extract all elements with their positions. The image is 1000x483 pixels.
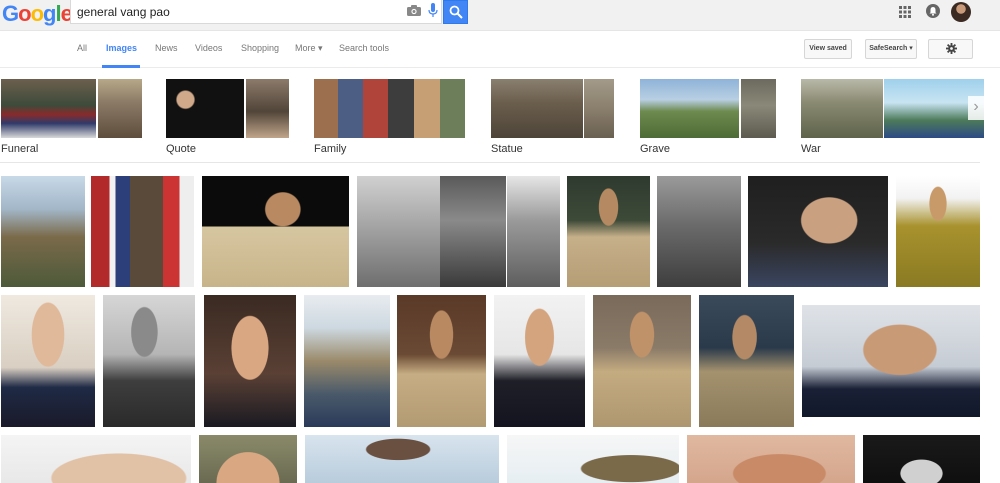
thumbnail-image [166, 79, 244, 138]
related-label: Grave [640, 143, 670, 155]
avatar[interactable] [951, 2, 971, 22]
image-result[interactable] [507, 176, 560, 287]
image-result[interactable] [699, 295, 794, 427]
google-logo[interactable]: Google [2, 1, 73, 27]
image-result[interactable] [357, 176, 440, 287]
image-result[interactable] [567, 176, 650, 287]
search-box [70, 0, 442, 24]
active-tab-indicator [102, 65, 140, 68]
related-label: Statue [491, 143, 523, 155]
image-result[interactable] [204, 295, 296, 427]
thumbnail-image [246, 79, 289, 138]
thumbnail-image [640, 79, 739, 138]
thumbnail-image [801, 79, 883, 138]
image-result[interactable] [1, 176, 85, 287]
search-tools-button[interactable]: Search tools [339, 43, 389, 53]
notifications-icon[interactable] [926, 4, 940, 18]
related-label: War [801, 143, 821, 155]
view-saved-button[interactable]: View saved [804, 39, 852, 59]
thumbnail-image [491, 79, 583, 138]
logo-letter: o [30, 1, 44, 26]
image-result[interactable] [802, 305, 980, 417]
image-result[interactable] [748, 176, 888, 287]
image-result[interactable] [103, 295, 195, 427]
image-result[interactable] [1, 435, 191, 483]
image-result[interactable] [657, 176, 741, 287]
related-label: Funeral [1, 143, 39, 155]
thumbnail-image [1, 79, 96, 138]
image-result[interactable] [440, 176, 506, 287]
thumbnail-image [98, 79, 142, 138]
thumbnail-image [314, 79, 465, 138]
gear-icon [946, 43, 957, 54]
camera-icon[interactable] [407, 5, 421, 16]
image-result[interactable] [1, 295, 95, 427]
search-icon [449, 5, 463, 19]
image-result[interactable] [202, 176, 349, 287]
image-result[interactable] [397, 295, 486, 427]
logo-letter: o [18, 1, 31, 26]
settings-button[interactable] [928, 39, 973, 59]
search-button[interactable] [443, 0, 468, 24]
microphone-icon[interactable] [428, 3, 438, 19]
image-result[interactable] [593, 295, 691, 427]
divider [0, 162, 980, 163]
search-tabs: All Images News Videos Shopping More ▾ S… [0, 32, 1000, 68]
related-label: Quote [166, 143, 196, 155]
image-result[interactable] [199, 435, 297, 483]
top-bar: Google [0, 0, 1000, 31]
image-result[interactable] [896, 176, 980, 287]
chevron-right-icon[interactable]: › [968, 96, 984, 120]
tab-news[interactable]: News [155, 43, 178, 53]
logo-letter: g [43, 1, 56, 26]
image-result[interactable] [687, 435, 855, 483]
tab-more[interactable]: More ▾ [295, 43, 323, 54]
logo-letter: G [2, 1, 19, 26]
image-result[interactable] [863, 435, 980, 483]
tab-images[interactable]: Images [106, 43, 137, 53]
tab-shopping[interactable]: Shopping [241, 43, 279, 53]
image-result[interactable] [304, 295, 390, 427]
search-input[interactable] [77, 3, 397, 20]
image-result[interactable] [91, 176, 194, 287]
thumbnail-image [584, 79, 614, 138]
related-label: Family [314, 143, 347, 155]
image-result[interactable] [507, 435, 679, 483]
thumbnail-image [741, 79, 776, 138]
apps-grid-icon[interactable] [899, 6, 911, 18]
tab-videos[interactable]: Videos [195, 43, 222, 53]
tab-all[interactable]: All [77, 43, 87, 53]
safesearch-button[interactable]: SafeSearch ▾ [865, 39, 917, 59]
image-result[interactable] [494, 295, 585, 427]
image-result[interactable] [305, 435, 499, 483]
